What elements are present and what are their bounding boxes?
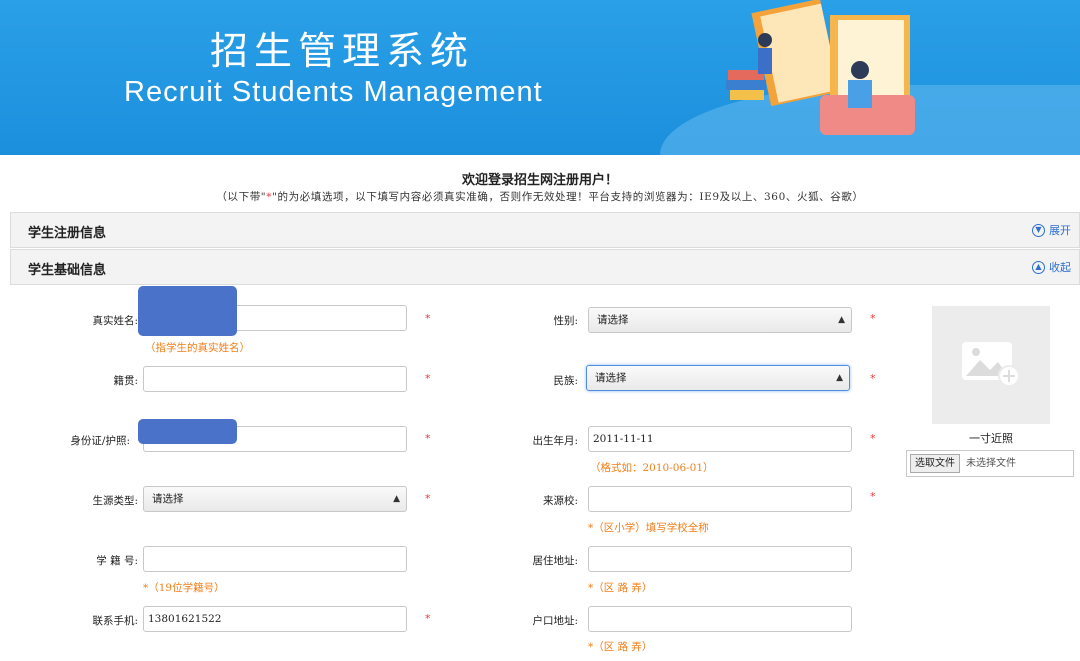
real-name-hint: （指学生的真实姓名） [145,342,250,354]
home-address-hint: *（区 路 弄） [588,582,653,594]
required-mark: * [870,372,876,385]
section-student-register: 学生注册信息 ▼ 展开 [10,212,1080,248]
native-place-label: 籍贯: [113,375,138,387]
section-student-basic: 学生基础信息 ▲ 收起 [10,249,1080,285]
instruction-note: （以下带"*"的为必填选项，以下填写内容必须真实准确，否则作无效处理！平台支持的… [0,189,1080,204]
photo-caption: 一寸近照 [969,432,1013,445]
section-register-label: 学生注册信息 [28,226,107,241]
home-address-label: 居住地址: [532,555,578,567]
choose-file-button[interactable]: 选取文件 [910,454,960,473]
birth-date-hint: （格式如：2010-06-01） [590,462,714,474]
gender-label: 性别: [553,315,578,327]
real-name-label: 真实姓名: [92,315,138,327]
books-illustration [726,0,915,135]
hukou-address-hint: *（区 路 弄） [588,641,653,653]
welcome-title: 欢迎登录招生网注册用户！ [461,173,618,188]
chevron-down-icon: ▼ [1032,223,1045,237]
required-mark: * [870,490,876,503]
source-school-input[interactable] [588,486,852,512]
hukou-address-label: 户口地址: [532,615,578,627]
ethnicity-label: 民族: [553,375,578,387]
home-address-input[interactable] [588,546,852,572]
phone-input[interactable]: 13801621522 [143,606,407,632]
redacted-name [138,286,237,336]
ethnicity-value: 请选择 [595,372,627,384]
select-arrows-icon: ▲ [838,315,845,325]
select-arrows-icon: ▲ [393,494,400,504]
birth-date-label: 出生年月: [532,435,578,447]
source-type-value: 请选择 [152,493,184,505]
header-banner: 招生管理系统 Recruit Students Management [0,0,1080,155]
collapse-label: 收起 [1049,261,1071,274]
expand-label: 展开 [1049,224,1071,237]
required-mark: * [425,312,431,325]
system-title-en: Recruit Students Management [124,76,543,108]
expand-toggle[interactable]: ▼ 展开 [1032,222,1071,238]
student-no-hint: *（19位学籍号） [143,582,225,594]
source-type-label: 生源类型: [92,495,138,507]
note-suffix: "的为必填选项，以下填写内容必须真实准确，否则作无效处理！平台支持的浏览器为：I… [272,191,864,203]
required-mark: * [870,432,876,445]
section-basic-label: 学生基础信息 [28,263,107,278]
gender-select[interactable]: 请选择 ▲ [588,307,852,333]
student-no-label: 学 籍 号: [96,555,138,567]
student-no-input[interactable] [143,546,407,572]
source-school-label: 来源校: [542,495,578,507]
collapse-toggle[interactable]: ▲ 收起 [1032,259,1071,275]
source-school-hint: *（区小学）填写学校全称 [588,522,709,534]
required-mark: * [425,372,431,385]
phone-label: 联系手机: [92,615,138,627]
hukou-address-input[interactable] [588,606,852,632]
required-mark: * [425,492,431,505]
select-arrows-icon: ▲ [836,373,843,383]
gender-value: 请选择 [597,314,629,326]
birth-date-input[interactable]: 2011-11-11 [588,426,852,452]
source-type-select[interactable]: 请选择 ▲ [143,486,407,512]
id-card-label: 身份证/护照: [70,435,130,447]
chevron-up-icon: ▲ [1032,260,1045,274]
system-title-cn: 招生管理系统 [210,29,475,73]
photo-file-input[interactable]: 选取文件 未选择文件 [906,450,1074,477]
required-mark: * [425,432,431,445]
required-mark: * [425,612,431,625]
ethnicity-select[interactable]: 请选择 ▲ [586,365,850,391]
native-place-input[interactable] [143,366,407,392]
required-mark: * [870,312,876,325]
no-file-label: 未选择文件 [966,458,1016,469]
photo-placeholder[interactable] [932,306,1050,424]
image-add-icon [962,342,1020,387]
redacted-id [138,419,237,444]
note-prefix: （以下带" [216,191,267,203]
